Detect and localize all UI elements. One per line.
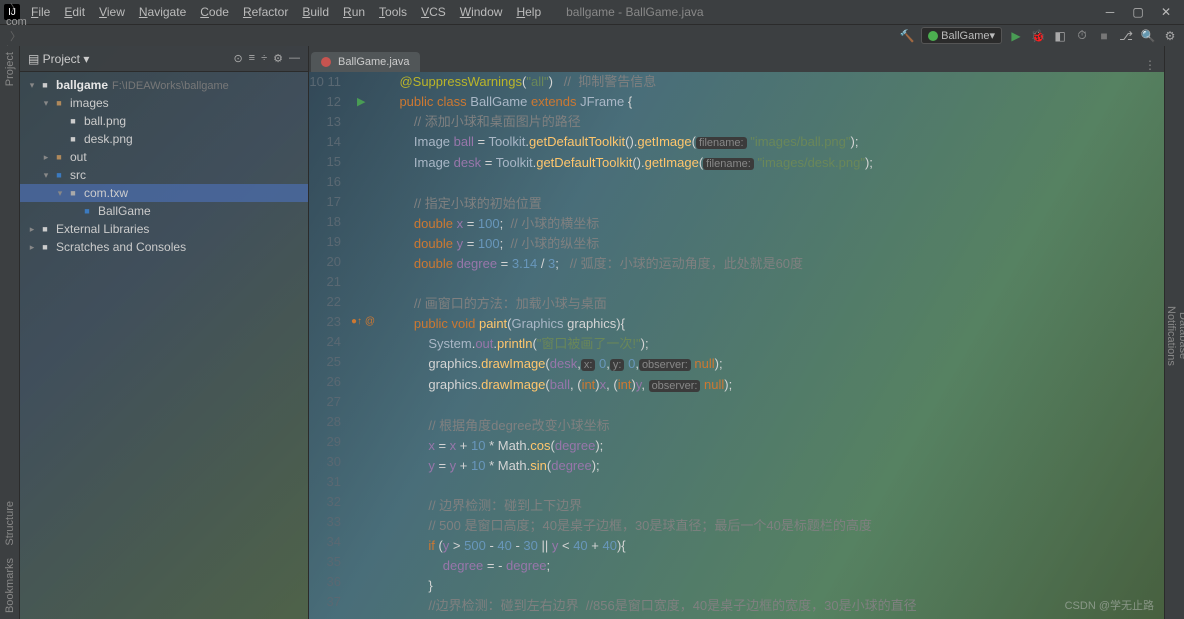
select-opened-file-icon[interactable]: ⊙ — [233, 52, 242, 65]
tree-item-ballgame[interactable]: ▾■ ballgameF:\IDEAWorks\ballgame — [20, 76, 308, 94]
database-tool-button[interactable]: Database — [1177, 52, 1184, 619]
editor-area: BallGame.java ⋮ 10 11 12 13 14 15 16 17 … — [309, 46, 1164, 619]
code-editor[interactable]: 10 11 12 13 14 15 16 17 18 19 20 21 22 2… — [309, 72, 1164, 619]
menu-run[interactable]: Run — [336, 5, 372, 19]
collapse-all-icon[interactable]: ÷ — [261, 52, 267, 65]
hide-panel-icon[interactable]: — — [289, 52, 300, 65]
notifications-tool-button[interactable]: Notifications — [1165, 52, 1177, 619]
tree-arrow-icon[interactable]: ▸ — [26, 224, 38, 235]
tree-item-desk-png[interactable]: ■ desk.png — [20, 130, 308, 148]
tree-arrow-icon[interactable]: ▾ — [26, 80, 38, 91]
stop-button[interactable]: ■ — [1096, 28, 1112, 44]
navigation-bar: ballgame〉src〉com〉txw〉BallGame〉launchFram… — [0, 24, 1184, 46]
class-icon: ■ — [80, 204, 94, 218]
menu-navigate[interactable]: Navigate — [132, 5, 193, 19]
tree-label: images — [70, 96, 109, 110]
menu-code[interactable]: Code — [193, 5, 236, 19]
panel-title: ▤ Project ▾ — [28, 52, 89, 66]
menu-help[interactable]: Help — [509, 5, 548, 19]
left-tool-strip: Project Structure Bookmarks — [0, 46, 20, 619]
line-number-gutter[interactable]: 10 11 12 13 14 15 16 17 18 19 20 21 22 2… — [309, 72, 349, 619]
scratch-icon: ■ — [38, 240, 52, 254]
tree-item-ballgame[interactable]: ■ BallGame — [20, 202, 308, 220]
tree-item-com-txw[interactable]: ▾■ com.txw — [20, 184, 308, 202]
project-tool-button[interactable]: Project — [4, 46, 16, 92]
window-maximize[interactable]: ▢ — [1124, 5, 1152, 19]
breadcrumb-com[interactable]: com — [6, 16, 83, 28]
run-config-selector[interactable]: BallGame ▾ — [921, 27, 1002, 44]
profile-button[interactable]: ⏱ — [1074, 28, 1090, 44]
right-tool-strip: Notifications Database — [1164, 46, 1184, 619]
panel-settings-icon[interactable]: ⚙ — [273, 52, 283, 65]
menu-tools[interactable]: Tools — [372, 5, 414, 19]
menu-vcs[interactable]: VCS — [414, 5, 453, 19]
pkg-icon: ■ — [66, 186, 80, 200]
build-button[interactable]: 🔨 — [899, 28, 915, 44]
tree-arrow-icon[interactable]: ▸ — [26, 242, 38, 253]
menu-window[interactable]: Window — [453, 5, 510, 19]
tree-label: ball.png — [84, 114, 126, 128]
git-button[interactable]: ⎇ — [1118, 28, 1134, 44]
editor-more-icon[interactable]: ⋮ — [1136, 58, 1164, 72]
tree-item-external-libraries[interactable]: ▸■ External Libraries — [20, 220, 308, 238]
tree-label: ballgameF:\IDEAWorks\ballgame — [56, 78, 229, 92]
project-panel: ▤ Project ▾ ⊙ ≡ ÷ ⚙ — ▾■ballgameF:\IDEAW… — [20, 46, 309, 619]
tree-label: BallGame — [98, 204, 151, 218]
bookmarks-tool-button[interactable]: Bookmarks — [4, 552, 16, 619]
editor-tabs: BallGame.java ⋮ — [309, 46, 1164, 72]
tree-item-scratches-and-consoles[interactable]: ▸■ Scratches and Consoles — [20, 238, 308, 256]
file-icon: ■ — [66, 114, 80, 128]
breadcrumb-separator: 〉 — [10, 3, 21, 15]
structure-tool-button[interactable]: Structure — [4, 495, 16, 552]
tree-item-out[interactable]: ▸■ out — [20, 148, 308, 166]
module-icon: ■ — [38, 78, 52, 92]
menu-build[interactable]: Build — [295, 5, 336, 19]
tree-label: src — [70, 168, 86, 182]
lib-icon: ■ — [38, 222, 52, 236]
tree-item-ball-png[interactable]: ■ ball.png — [20, 112, 308, 130]
tree-label: External Libraries — [56, 222, 149, 236]
menu-refactor[interactable]: Refactor — [236, 5, 295, 19]
search-everywhere-icon[interactable]: 🔍 — [1140, 28, 1156, 44]
tree-item-src[interactable]: ▾■ src — [20, 166, 308, 184]
src-icon: ■ — [52, 168, 66, 182]
window-title: ballgame - BallGame.java — [566, 5, 703, 19]
tree-label: desk.png — [84, 132, 133, 146]
expand-all-icon[interactable]: ≡ — [249, 52, 255, 65]
settings-button[interactable]: ⚙ — [1162, 28, 1178, 44]
debug-button[interactable]: 🐞 — [1030, 28, 1046, 44]
window-close[interactable]: ✕ — [1152, 5, 1180, 19]
tree-item-images[interactable]: ▾■ images — [20, 94, 308, 112]
tree-label: Scratches and Consoles — [56, 240, 186, 254]
tree-label: out — [70, 150, 87, 164]
breakpoint-gutter[interactable]: ▶●↑ @ — [349, 72, 385, 619]
tree-arrow-icon[interactable]: ▸ — [40, 152, 52, 163]
titlebar: IJ FileEditViewNavigateCodeRefactorBuild… — [0, 0, 1184, 24]
coverage-button[interactable]: ◧ — [1052, 28, 1068, 44]
menu-view[interactable]: View — [92, 5, 132, 19]
project-tree[interactable]: ▾■ballgameF:\IDEAWorks\ballgame▾■images■… — [20, 72, 308, 260]
folder-icon: ■ — [52, 96, 66, 110]
tree-arrow-icon[interactable]: ▾ — [40, 98, 52, 109]
tree-arrow-icon[interactable]: ▾ — [54, 188, 66, 199]
watermark: CSDN @学无止路 — [1065, 597, 1154, 613]
tree-label: com.txw — [84, 186, 128, 200]
window-minimize[interactable]: ─ — [1096, 5, 1124, 19]
folder-ex-icon: ■ — [52, 150, 66, 164]
breadcrumb-separator: 〉 — [10, 31, 21, 43]
tree-arrow-icon[interactable]: ▾ — [40, 170, 52, 181]
tab-ballgame[interactable]: BallGame.java — [311, 52, 420, 72]
run-button[interactable]: ▶ — [1008, 28, 1024, 44]
file-icon: ■ — [66, 132, 80, 146]
